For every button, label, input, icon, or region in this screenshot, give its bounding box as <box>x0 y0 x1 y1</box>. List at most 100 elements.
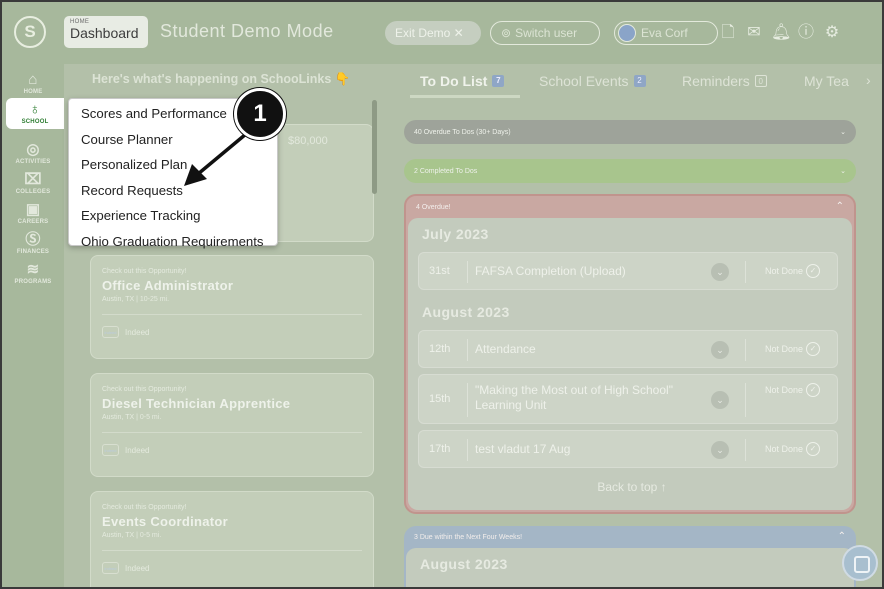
menu-item-record-requests[interactable]: Record Requests <box>69 178 277 204</box>
card-source: indeed Indeed <box>102 562 149 574</box>
tab-count-badge: 2 <box>633 75 646 87</box>
divider <box>102 314 362 315</box>
chevron-down-icon: ⌄ <box>840 129 846 136</box>
chevron-right-icon[interactable]: › <box>866 72 871 88</box>
todo-pane: To Do List 7 School Events 2 Reminders 0… <box>382 64 882 587</box>
divider <box>467 261 468 283</box>
sidebar: ⌂ HOME ♁ SCHOOL ◎ ACTIVITIES ⌧ COLLEGES … <box>2 64 64 587</box>
menu-item-ohio-graduation[interactable]: Ohio Graduation Requirements <box>69 229 277 255</box>
tab-count-badge: 7 <box>492 75 505 87</box>
tab-count-badge: 0 <box>754 75 767 87</box>
tab-reminders[interactable]: Reminders 0 <box>682 73 767 89</box>
divider <box>467 339 468 361</box>
sidebar-item-colleges[interactable]: ⌧ COLLEGES <box>2 172 64 196</box>
opportunity-card[interactable]: Check out this Opportunity! Diesel Techn… <box>90 373 374 477</box>
menu-item-personalized-plan[interactable]: Personalized Plan <box>69 152 277 178</box>
due-soon-list: August 2023 <box>406 548 854 587</box>
bell-icon[interactable]: 🔔︎ <box>771 24 791 42</box>
salary-value: $80,000 <box>288 135 328 147</box>
document-icon[interactable]: 🗋 <box>719 24 737 42</box>
feed-scrollbar[interactable] <box>372 100 377 194</box>
status-label: Not Done <box>765 444 804 454</box>
chevron-up-icon[interactable]: ⌃ <box>836 201 844 212</box>
card-source-label: Indeed <box>125 445 150 455</box>
sidebar-item-label: FINANCES <box>16 249 50 255</box>
exit-demo-button[interactable]: Exit Demo ✕ <box>385 21 481 45</box>
back-to-top-link[interactable]: Back to top ↑ <box>408 480 856 494</box>
mail-icon[interactable]: ✉ <box>745 24 763 42</box>
status-label: Not Done <box>765 385 804 395</box>
overdue-30-days-bar[interactable]: 40 Overdue To Dos (30+ Days) ⌄ <box>404 120 856 144</box>
opportunity-card[interactable]: Check out this Opportunity! Events Coord… <box>90 491 374 587</box>
todo-day: 15th <box>429 393 451 405</box>
status-badge[interactable]: Not Done ✓ <box>765 342 821 356</box>
todo-item[interactable]: 12th Attendance ⌄ Not Done ✓ <box>418 330 838 368</box>
user-name: Eva Corf <box>641 26 688 40</box>
todo-day: 12th <box>429 343 451 355</box>
active-tab-indicator <box>410 95 520 98</box>
chevron-down-icon[interactable]: ⌄ <box>711 263 729 281</box>
step-number-badge: 1 <box>234 88 286 140</box>
avatar <box>618 24 636 42</box>
sidebar-item-label: SCHOOL <box>21 119 49 125</box>
tab-bar: To Do List 7 School Events 2 Reminders 0… <box>382 64 882 100</box>
help-icon[interactable]: ⓘ <box>797 24 815 42</box>
chevron-down-icon[interactable]: ⌄ <box>711 441 729 459</box>
chevron-down-icon: ⌄ <box>840 168 846 175</box>
overdue-label: 4 Overdue! <box>416 204 451 211</box>
divider <box>745 383 746 417</box>
tab-my-team[interactable]: My Tea <box>804 73 849 89</box>
tab-school-events[interactable]: School Events 2 <box>539 73 646 89</box>
opportunity-card[interactable]: Check out this Opportunity! Office Admin… <box>90 255 374 359</box>
divider <box>467 383 468 417</box>
todo-item[interactable]: 31st FAFSA Completion (Upload) ⌄ Not Don… <box>418 252 838 290</box>
gear-icon[interactable]: ⚙ <box>823 24 841 42</box>
sidebar-item-finances[interactable]: Ⓢ FINANCES <box>2 232 64 256</box>
user-menu-button[interactable]: Eva Corf <box>614 21 718 45</box>
overdue-list: July 2023 31st FAFSA Completion (Upload)… <box>408 218 852 510</box>
completed-todos-bar[interactable]: 2 Completed To Dos ⌄ <box>404 159 856 183</box>
sidebar-item-school[interactable]: ♁ SCHOOL <box>6 98 64 129</box>
chevron-down-icon[interactable]: ⌄ <box>711 391 729 409</box>
signal-icon: ≋ <box>26 261 40 278</box>
divider <box>102 432 362 433</box>
app-window: S HOME Dashboard Student Demo Mode Exit … <box>0 0 884 589</box>
chevron-up-icon[interactable]: ⌃ <box>838 531 846 542</box>
check-circle-icon: ✓ <box>806 342 821 356</box>
status-badge[interactable]: Not Done ✓ <box>765 442 821 456</box>
card-title: Office Administrator <box>102 278 234 293</box>
sidebar-item-programs[interactable]: ≋ PROGRAMS <box>2 261 64 286</box>
breadcrumb[interactable]: HOME Dashboard <box>64 16 148 48</box>
todo-item[interactable]: 17th test vladut 17 Aug ⌄ Not Done ✓ <box>418 430 838 468</box>
tab-label: School Events <box>539 73 629 89</box>
status-label: Not Done <box>765 344 804 354</box>
card-source: indeed Indeed <box>102 326 149 338</box>
schoolinks-logo[interactable]: S <box>14 16 46 48</box>
sidebar-item-activities[interactable]: ◎ ACTIVITIES <box>2 142 64 166</box>
card-kicker: Check out this Opportunity! <box>102 504 187 511</box>
month-heading: August 2023 <box>420 556 508 572</box>
status-badge[interactable]: Not Done ✓ <box>765 264 821 278</box>
chat-launcher-button[interactable] <box>842 545 878 581</box>
bar-label: 2 Completed To Dos <box>414 167 478 175</box>
switch-user-button[interactable]: ⊚ Switch user <box>490 21 600 45</box>
card-location: Austin, TX | 0-5 mi. <box>102 414 162 421</box>
divider <box>745 439 746 461</box>
todo-item[interactable]: 15th "Making the Most out of High School… <box>418 374 838 424</box>
tab-todo-list[interactable]: To Do List 7 <box>420 73 505 89</box>
todo-day: 17th <box>429 443 451 455</box>
overdue-panel: 4 Overdue! ⌃ July 2023 31st FAFSA Comple… <box>404 194 856 514</box>
menu-item-experience-tracking[interactable]: Experience Tracking <box>69 203 277 229</box>
breadcrumb-current: Dashboard <box>70 25 139 41</box>
card-location: Austin, TX | 10-25 mi. <box>102 296 170 303</box>
sidebar-item-careers[interactable]: ▣ CAREERS <box>2 202 64 226</box>
chevron-down-icon[interactable]: ⌄ <box>711 341 729 359</box>
top-bar: S HOME Dashboard Student Demo Mode Exit … <box>2 2 882 64</box>
apple-icon: ♁ <box>29 101 41 118</box>
demo-mode-title: Student Demo Mode <box>160 21 334 41</box>
status-badge[interactable]: Not Done ✓ <box>765 383 821 397</box>
month-heading: August 2023 <box>422 304 510 320</box>
todo-title: test vladut 17 Aug <box>475 442 571 456</box>
status-label: Not Done <box>765 266 804 276</box>
sidebar-item-home[interactable]: ⌂ HOME <box>2 72 64 96</box>
